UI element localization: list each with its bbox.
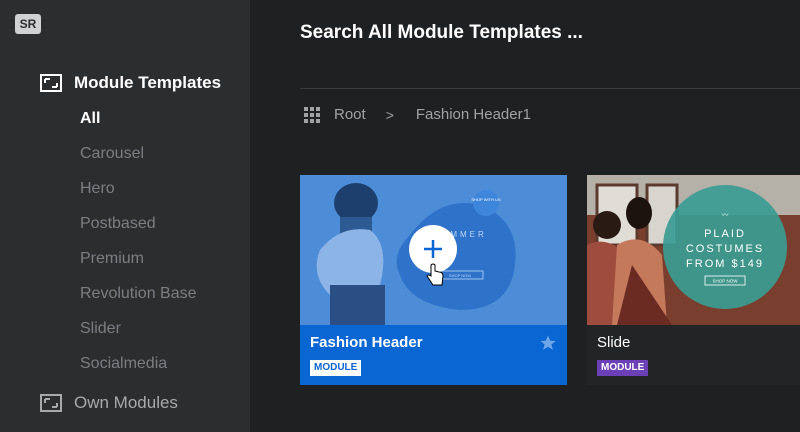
svg-text:〰: 〰 — [722, 212, 729, 219]
sidebar-section-own-modules[interactable]: Own Modules — [40, 393, 178, 413]
search-input[interactable]: Search All Module Templates ... — [300, 22, 583, 44]
divider — [300, 88, 800, 89]
thumb-small-text: SHOP NOW — [713, 279, 739, 284]
breadcrumb-current[interactable]: Fashion Header1 — [416, 106, 531, 123]
sidebar: SR Module Templates All Carousel Hero Po… — [0, 0, 250, 432]
sidebar-section-label: Module Templates — [74, 73, 222, 92]
sidebar-item-socialmedia[interactable]: Socialmedia — [80, 353, 197, 388]
card-caption: Slide MODULE — [587, 325, 800, 385]
sidebar-section-label: Own Modules — [74, 393, 178, 412]
module-icon — [40, 74, 62, 92]
thumb-tag-text: SHOP WITH US — [471, 197, 501, 202]
grid-icon[interactable] — [304, 106, 320, 123]
sidebar-section-module-templates[interactable]: Module Templates — [40, 73, 221, 93]
thumb-line2: COSTUMES — [686, 243, 764, 255]
thumb-line3: FROM $149 — [686, 258, 764, 270]
sidebar-item-postbased[interactable]: Postbased — [80, 213, 197, 248]
sidebar-category-list: All Carousel Hero Postbased Premium Revo… — [80, 108, 197, 388]
module-badge: MODULE — [310, 360, 362, 376]
sidebar-item-revolution-base[interactable]: Revolution Base — [80, 283, 197, 318]
module-card-fashion-header[interactable]: SHOP WITH US SUMMER SHOP NOW Fashion Hea… — [300, 175, 567, 385]
card-thumbnail: SHOP WITH US SUMMER SHOP NOW — [300, 175, 567, 325]
sidebar-item-hero[interactable]: Hero — [80, 178, 197, 213]
thumbnail-image: 〰 PLAID COSTUMES FROM $149 SHOP NOW — [587, 175, 800, 325]
thumbnail-image: SHOP WITH US SUMMER SHOP NOW — [300, 175, 567, 325]
sidebar-item-all[interactable]: All — [80, 108, 197, 143]
module-icon — [40, 394, 62, 412]
sidebar-item-slider[interactable]: Slider — [80, 318, 197, 353]
main-panel: Search All Module Templates ... Root > F… — [250, 0, 800, 432]
card-caption: Fashion Header MODULE — [300, 325, 567, 385]
thumb-line1: PLAID — [704, 228, 746, 240]
breadcrumb-root[interactable]: Root — [334, 106, 366, 123]
app-window: SR Module Templates All Carousel Hero Po… — [0, 0, 800, 432]
card-thumbnail: 〰 PLAID COSTUMES FROM $149 SHOP NOW — [587, 175, 800, 325]
card-title: Fashion Header — [310, 334, 423, 351]
breadcrumb: Root > Fashion Header1 — [304, 106, 531, 123]
star-icon[interactable] — [539, 334, 557, 352]
thumb-small-text: SHOP NOW — [449, 273, 471, 278]
card-title: Slide — [597, 334, 631, 351]
module-card-slide[interactable]: 〰 PLAID COSTUMES FROM $149 SHOP NOW Slid… — [587, 175, 800, 385]
sidebar-item-carousel[interactable]: Carousel — [80, 143, 197, 178]
app-logo: SR — [15, 14, 41, 34]
module-badge: MODULE — [597, 360, 649, 376]
sidebar-item-premium[interactable]: Premium — [80, 248, 197, 283]
chevron-right-icon: > — [385, 106, 394, 123]
